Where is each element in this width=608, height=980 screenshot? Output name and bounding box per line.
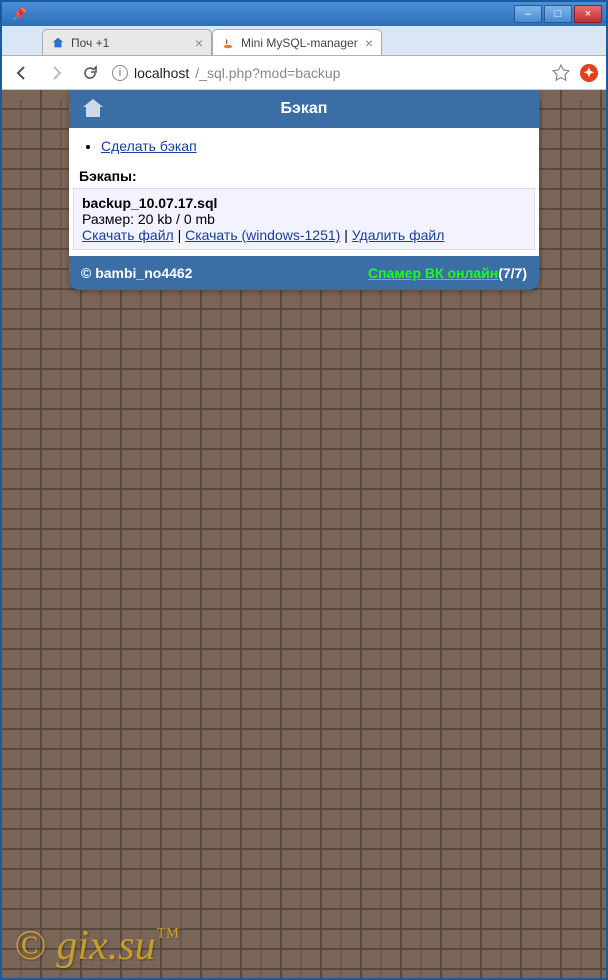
download-1251-link[interactable]: Скачать (windows-1251) (185, 227, 340, 243)
reload-button[interactable] (78, 61, 102, 85)
home-icon (51, 36, 65, 50)
watermark: © gix.su™ (14, 922, 179, 970)
url-path: /_sql.php?mod=backup (195, 65, 340, 81)
page-viewport: Бэкап Сделать бэкап Бэкапы: backup_10.07… (2, 90, 606, 978)
panel-body: Сделать бэкап Бэкапы: backup_10.07.17.sq… (69, 128, 539, 256)
java-icon (221, 36, 235, 50)
backup-size: Размер: 20 kb / 0 mb (82, 211, 526, 227)
main-panel: Бэкап Сделать бэкап Бэкапы: backup_10.07… (69, 90, 539, 290)
window-frame: 📌 – □ × Поч +1 × Mini MySQL-manager × (0, 0, 608, 980)
adblock-icon[interactable]: ✦ (580, 64, 598, 82)
url-host: localhost (134, 65, 189, 81)
tab-inactive[interactable]: Поч +1 × (42, 29, 212, 55)
panel-title: Бэкап (107, 100, 501, 118)
backup-filename: backup_10.07.17.sql (82, 195, 526, 211)
home-icon[interactable] (79, 95, 107, 123)
tab-close-icon[interactable]: × (365, 35, 373, 51)
list-item: Сделать бэкап (101, 138, 529, 154)
address-bar: i localhost /_sql.php?mod=backup ✦ (2, 56, 606, 90)
backup-actions: Скачать файл | Скачать (windows-1251) | … (82, 227, 526, 243)
maximize-button[interactable]: □ (544, 5, 572, 23)
footer-copyright: © bambi_no4462 (81, 265, 192, 281)
backup-entry: backup_10.07.17.sql Размер: 20 kb / 0 mb… (73, 188, 535, 250)
panel-header: Бэкап (69, 90, 539, 128)
pin-icon: 📌 (12, 7, 26, 21)
title-bar-left: 📌 (6, 7, 512, 21)
backups-heading: Бэкапы: (79, 168, 529, 184)
title-bar: 📌 – □ × (2, 2, 606, 26)
spammer-count: (7/7) (498, 265, 527, 281)
tab-strip: Поч +1 × Mini MySQL-manager × (2, 26, 606, 56)
forward-button (44, 61, 68, 85)
panel-footer: © bambi_no4462 Спамер ВК онлайн (7/7) (69, 256, 539, 290)
tab-title: Mini MySQL-manager (241, 36, 359, 50)
tab-active[interactable]: Mini MySQL-manager × (212, 29, 382, 55)
info-icon[interactable]: i (112, 65, 128, 81)
tab-close-icon[interactable]: × (195, 35, 203, 51)
url-input[interactable]: i localhost /_sql.php?mod=backup (112, 60, 542, 86)
download-link[interactable]: Скачать файл (82, 227, 174, 243)
bookmark-star-icon[interactable] (552, 64, 570, 82)
make-backup-link[interactable]: Сделать бэкап (101, 138, 197, 154)
tab-title: Поч +1 (71, 36, 189, 50)
delete-link[interactable]: Удалить файл (352, 227, 445, 243)
spammer-link[interactable]: Спамер ВК онлайн (368, 265, 498, 281)
back-button[interactable] (10, 61, 34, 85)
minimize-button[interactable]: – (514, 5, 542, 23)
close-button[interactable]: × (574, 5, 602, 23)
